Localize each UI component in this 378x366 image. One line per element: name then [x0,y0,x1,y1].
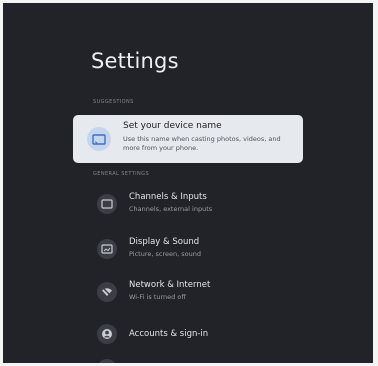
input-icon [97,194,117,214]
section-label-suggestions: Suggestions [93,99,134,105]
tv-cast-icon [87,127,111,151]
menu-item-subtitle: Channels, external inputs [129,205,213,213]
set-device-name-card[interactable]: Set your device name Use this name when … [73,115,303,163]
menu-item-title: Display & Sound [129,237,200,247]
menu-item-subtitle: Wi-Fi is turned off [129,293,186,301]
menu-item-network-internet[interactable]: Network & Internet Wi-Fi is turned off [89,278,299,306]
menu-item-channels-inputs[interactable]: Channels & Inputs Channels, external inp… [89,190,299,218]
card-title: Set your device name [123,121,222,131]
settings-panel: Settings Suggestions Set your device nam… [3,3,373,363]
tv-screen: Settings Suggestions Set your device nam… [0,0,378,366]
section-label-general: General settings [93,171,150,177]
menu-item-title: Accounts & sign-in [129,329,209,339]
menu-item-title: Channels & Inputs [129,192,207,202]
menu-item-accounts-sign-in[interactable]: Accounts & sign-in [89,320,299,348]
wifi-off-icon [97,282,117,302]
menu-item-title: Network & Internet [129,280,211,290]
card-description: Use this name when casting photos, video… [123,135,281,152]
menu-item-subtitle: Picture, screen, sound [129,250,201,258]
partial-item-icon [97,359,117,363]
menu-item-display-sound[interactable]: Display & Sound Picture, screen, sound [89,235,299,263]
page-title: Settings [91,49,179,73]
account-icon [97,324,117,344]
display-icon [97,239,117,259]
